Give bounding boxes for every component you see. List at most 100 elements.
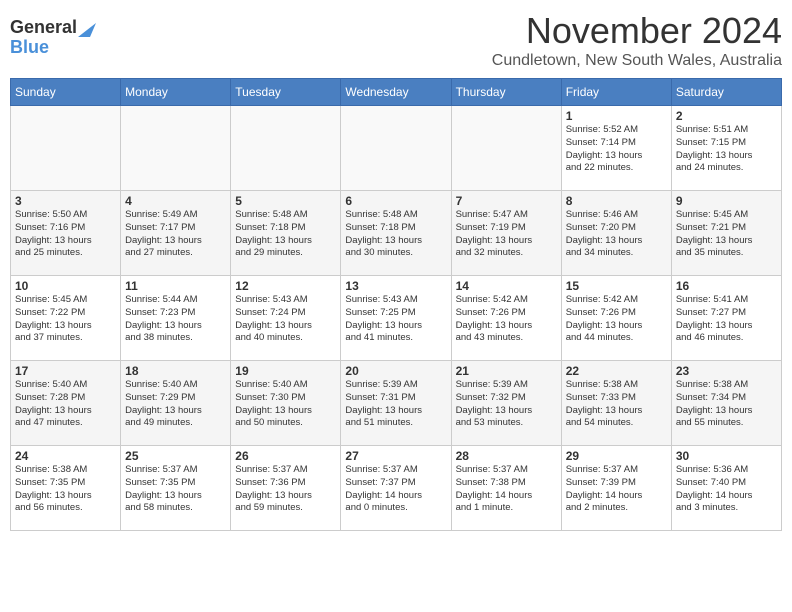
day-number: 5 <box>235 194 336 208</box>
title-block: November 2024 Cundletown, New South Wale… <box>492 10 782 70</box>
calendar-cell: 5Sunrise: 5:48 AM Sunset: 7:18 PM Daylig… <box>231 191 341 276</box>
day-info: Sunrise: 5:52 AM Sunset: 7:14 PM Dayligh… <box>566 124 667 175</box>
calendar-cell: 4Sunrise: 5:49 AM Sunset: 7:17 PM Daylig… <box>121 191 231 276</box>
calendar-cell: 9Sunrise: 5:45 AM Sunset: 7:21 PM Daylig… <box>671 191 781 276</box>
day-number: 18 <box>125 364 226 378</box>
day-number: 21 <box>456 364 557 378</box>
calendar-cell: 21Sunrise: 5:39 AM Sunset: 7:32 PM Dayli… <box>451 361 561 446</box>
calendar-cell: 13Sunrise: 5:43 AM Sunset: 7:25 PM Dayli… <box>341 276 451 361</box>
day-info: Sunrise: 5:51 AM Sunset: 7:15 PM Dayligh… <box>676 124 777 175</box>
calendar-cell: 10Sunrise: 5:45 AM Sunset: 7:22 PM Dayli… <box>11 276 121 361</box>
day-number: 16 <box>676 279 777 293</box>
day-info: Sunrise: 5:48 AM Sunset: 7:18 PM Dayligh… <box>345 209 446 260</box>
logo-text-general: General <box>10 18 77 38</box>
calendar-cell: 18Sunrise: 5:40 AM Sunset: 7:29 PM Dayli… <box>121 361 231 446</box>
logo-bird-icon <box>78 15 96 37</box>
day-info: Sunrise: 5:38 AM Sunset: 7:33 PM Dayligh… <box>566 379 667 430</box>
day-number: 11 <box>125 279 226 293</box>
day-info: Sunrise: 5:44 AM Sunset: 7:23 PM Dayligh… <box>125 294 226 345</box>
calendar-cell: 15Sunrise: 5:42 AM Sunset: 7:26 PM Dayli… <box>561 276 671 361</box>
weekday-header-tuesday: Tuesday <box>231 79 341 106</box>
day-info: Sunrise: 5:40 AM Sunset: 7:29 PM Dayligh… <box>125 379 226 430</box>
calendar-week-row: 1Sunrise: 5:52 AM Sunset: 7:14 PM Daylig… <box>11 106 782 191</box>
weekday-header-thursday: Thursday <box>451 79 561 106</box>
calendar-cell: 20Sunrise: 5:39 AM Sunset: 7:31 PM Dayli… <box>341 361 451 446</box>
day-info: Sunrise: 5:47 AM Sunset: 7:19 PM Dayligh… <box>456 209 557 260</box>
day-info: Sunrise: 5:45 AM Sunset: 7:22 PM Dayligh… <box>15 294 116 345</box>
day-info: Sunrise: 5:40 AM Sunset: 7:28 PM Dayligh… <box>15 379 116 430</box>
day-number: 9 <box>676 194 777 208</box>
calendar-cell: 11Sunrise: 5:44 AM Sunset: 7:23 PM Dayli… <box>121 276 231 361</box>
calendar-cell <box>451 106 561 191</box>
day-info: Sunrise: 5:38 AM Sunset: 7:34 PM Dayligh… <box>676 379 777 430</box>
calendar-cell: 14Sunrise: 5:42 AM Sunset: 7:26 PM Dayli… <box>451 276 561 361</box>
day-number: 23 <box>676 364 777 378</box>
calendar-week-row: 17Sunrise: 5:40 AM Sunset: 7:28 PM Dayli… <box>11 361 782 446</box>
day-info: Sunrise: 5:42 AM Sunset: 7:26 PM Dayligh… <box>566 294 667 345</box>
day-number: 28 <box>456 449 557 463</box>
calendar-week-row: 3Sunrise: 5:50 AM Sunset: 7:16 PM Daylig… <box>11 191 782 276</box>
day-info: Sunrise: 5:37 AM Sunset: 7:35 PM Dayligh… <box>125 464 226 515</box>
day-info: Sunrise: 5:37 AM Sunset: 7:36 PM Dayligh… <box>235 464 336 515</box>
day-info: Sunrise: 5:41 AM Sunset: 7:27 PM Dayligh… <box>676 294 777 345</box>
day-number: 10 <box>15 279 116 293</box>
day-number: 12 <box>235 279 336 293</box>
day-info: Sunrise: 5:37 AM Sunset: 7:37 PM Dayligh… <box>345 464 446 515</box>
calendar-cell: 22Sunrise: 5:38 AM Sunset: 7:33 PM Dayli… <box>561 361 671 446</box>
day-number: 30 <box>676 449 777 463</box>
day-info: Sunrise: 5:38 AM Sunset: 7:35 PM Dayligh… <box>15 464 116 515</box>
day-number: 4 <box>125 194 226 208</box>
day-info: Sunrise: 5:37 AM Sunset: 7:38 PM Dayligh… <box>456 464 557 515</box>
weekday-header-friday: Friday <box>561 79 671 106</box>
day-number: 14 <box>456 279 557 293</box>
calendar-cell <box>341 106 451 191</box>
calendar-cell: 23Sunrise: 5:38 AM Sunset: 7:34 PM Dayli… <box>671 361 781 446</box>
day-info: Sunrise: 5:50 AM Sunset: 7:16 PM Dayligh… <box>15 209 116 260</box>
calendar-cell: 24Sunrise: 5:38 AM Sunset: 7:35 PM Dayli… <box>11 446 121 531</box>
day-number: 29 <box>566 449 667 463</box>
location-subtitle: Cundletown, New South Wales, Australia <box>492 52 782 70</box>
day-info: Sunrise: 5:43 AM Sunset: 7:25 PM Dayligh… <box>345 294 446 345</box>
day-info: Sunrise: 5:36 AM Sunset: 7:40 PM Dayligh… <box>676 464 777 515</box>
calendar-cell: 3Sunrise: 5:50 AM Sunset: 7:16 PM Daylig… <box>11 191 121 276</box>
day-number: 7 <box>456 194 557 208</box>
calendar-cell <box>121 106 231 191</box>
day-number: 15 <box>566 279 667 293</box>
calendar-cell: 2Sunrise: 5:51 AM Sunset: 7:15 PM Daylig… <box>671 106 781 191</box>
calendar-cell: 17Sunrise: 5:40 AM Sunset: 7:28 PM Dayli… <box>11 361 121 446</box>
day-info: Sunrise: 5:46 AM Sunset: 7:20 PM Dayligh… <box>566 209 667 260</box>
day-number: 13 <box>345 279 446 293</box>
weekday-header-sunday: Sunday <box>11 79 121 106</box>
calendar-cell: 29Sunrise: 5:37 AM Sunset: 7:39 PM Dayli… <box>561 446 671 531</box>
day-number: 26 <box>235 449 336 463</box>
logo: General Blue <box>10 18 96 58</box>
day-number: 2 <box>676 109 777 123</box>
day-number: 1 <box>566 109 667 123</box>
day-info: Sunrise: 5:43 AM Sunset: 7:24 PM Dayligh… <box>235 294 336 345</box>
calendar-table: SundayMondayTuesdayWednesdayThursdayFrid… <box>10 78 782 531</box>
calendar-week-row: 10Sunrise: 5:45 AM Sunset: 7:22 PM Dayli… <box>11 276 782 361</box>
calendar-body: 1Sunrise: 5:52 AM Sunset: 7:14 PM Daylig… <box>11 106 782 531</box>
weekday-header-monday: Monday <box>121 79 231 106</box>
day-info: Sunrise: 5:39 AM Sunset: 7:31 PM Dayligh… <box>345 379 446 430</box>
day-info: Sunrise: 5:49 AM Sunset: 7:17 PM Dayligh… <box>125 209 226 260</box>
calendar-cell: 19Sunrise: 5:40 AM Sunset: 7:30 PM Dayli… <box>231 361 341 446</box>
day-info: Sunrise: 5:37 AM Sunset: 7:39 PM Dayligh… <box>566 464 667 515</box>
calendar-header: SundayMondayTuesdayWednesdayThursdayFrid… <box>11 79 782 106</box>
calendar-cell: 8Sunrise: 5:46 AM Sunset: 7:20 PM Daylig… <box>561 191 671 276</box>
day-number: 22 <box>566 364 667 378</box>
day-number: 19 <box>235 364 336 378</box>
logo-text-blue: Blue <box>10 37 49 57</box>
day-number: 8 <box>566 194 667 208</box>
calendar-cell: 7Sunrise: 5:47 AM Sunset: 7:19 PM Daylig… <box>451 191 561 276</box>
day-info: Sunrise: 5:40 AM Sunset: 7:30 PM Dayligh… <box>235 379 336 430</box>
day-number: 6 <box>345 194 446 208</box>
calendar-cell: 28Sunrise: 5:37 AM Sunset: 7:38 PM Dayli… <box>451 446 561 531</box>
day-number: 27 <box>345 449 446 463</box>
calendar-cell: 26Sunrise: 5:37 AM Sunset: 7:36 PM Dayli… <box>231 446 341 531</box>
calendar-cell: 12Sunrise: 5:43 AM Sunset: 7:24 PM Dayli… <box>231 276 341 361</box>
calendar-week-row: 24Sunrise: 5:38 AM Sunset: 7:35 PM Dayli… <box>11 446 782 531</box>
calendar-cell: 30Sunrise: 5:36 AM Sunset: 7:40 PM Dayli… <box>671 446 781 531</box>
month-title: November 2024 <box>492 10 782 52</box>
calendar-cell: 6Sunrise: 5:48 AM Sunset: 7:18 PM Daylig… <box>341 191 451 276</box>
